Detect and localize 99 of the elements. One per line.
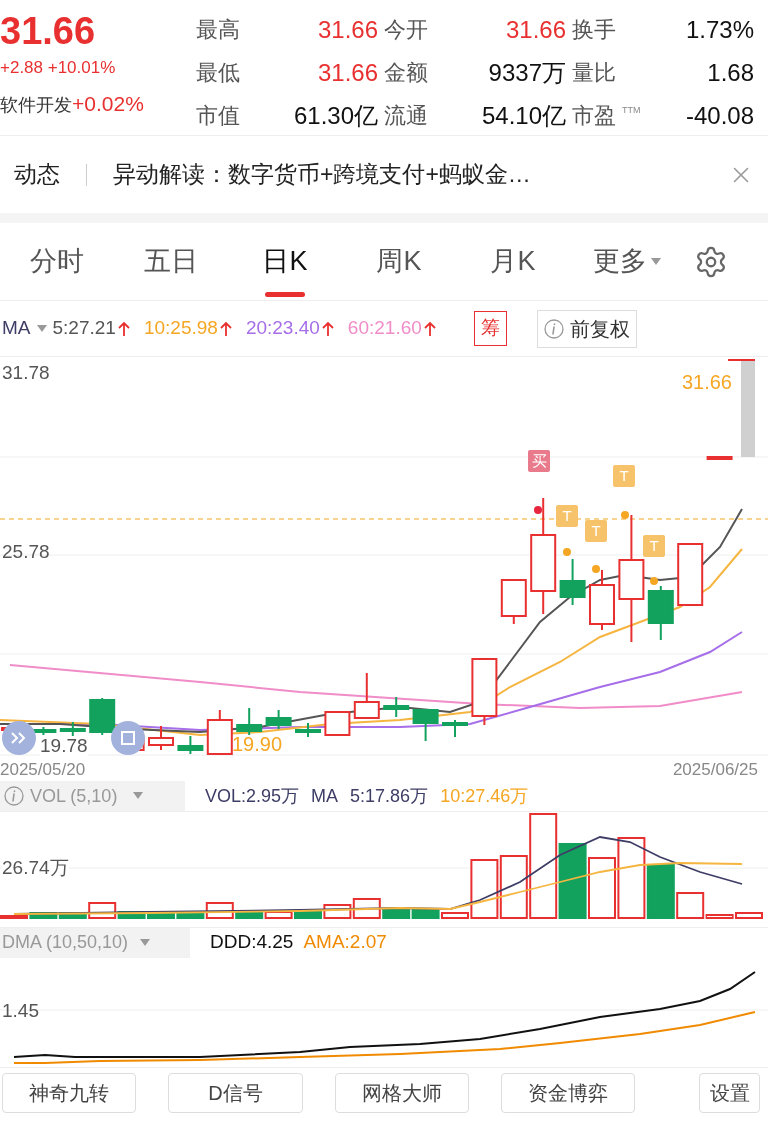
- candle: [706, 456, 733, 460]
- stat-value: 1.73%: [684, 14, 754, 45]
- tool-button[interactable]: 网格大师: [334, 1072, 469, 1113]
- stat-label: 量比: [572, 59, 616, 87]
- candle: [442, 719, 468, 738]
- tool-button[interactable]: 神奇九转: [2, 1072, 137, 1113]
- info-icon: [543, 318, 564, 339]
- candle: [353, 672, 380, 719]
- stat-value: 31.66: [504, 14, 566, 45]
- candle: [148, 725, 174, 751]
- stat-value: 9337万: [487, 57, 566, 88]
- adjust-label: 前复权: [569, 316, 630, 342]
- period-tab[interactable]: 日K: [228, 222, 342, 301]
- tool-button[interactable]: D信号: [168, 1072, 303, 1113]
- arrow-up-icon: [219, 320, 232, 337]
- candle: [471, 658, 498, 726]
- sector-change: +0.02%: [72, 91, 144, 117]
- stat-label: 市盈: [572, 102, 616, 130]
- volume-bar: [411, 909, 440, 919]
- candle: [500, 579, 527, 625]
- candle: [89, 697, 116, 736]
- signal-dot: [563, 548, 571, 556]
- sector-name: 软件开发: [0, 94, 72, 117]
- stat-note: TTM: [622, 105, 641, 115]
- period-tab[interactable]: 周K: [342, 222, 456, 301]
- candle: [559, 558, 586, 606]
- axis-label: 25.78: [2, 542, 50, 562]
- dma-reading: AMA:2.07: [303, 930, 387, 955]
- stat-label: 金额: [384, 59, 428, 87]
- candle: [677, 543, 704, 606]
- stat-label: 流通: [384, 102, 428, 130]
- chip-button[interactable]: 筹: [473, 311, 507, 346]
- stat-value: 31.66: [316, 14, 378, 45]
- period-tab[interactable]: 月K: [456, 222, 570, 301]
- news-headline[interactable]: 异动解读：数字货币+跨境支付+蚂蚁金…: [113, 157, 718, 192]
- period-tab[interactable]: 更多: [570, 222, 684, 301]
- caret-icon: [36, 324, 47, 333]
- candle: [177, 735, 204, 755]
- candle: [206, 709, 233, 755]
- volume-reading: MA: [311, 784, 339, 808]
- arrow-up-icon: [321, 320, 334, 337]
- stat-label: 最低: [196, 59, 240, 87]
- period-tab[interactable]: 五日: [114, 222, 228, 301]
- indicator-name: VOL (5,10): [30, 784, 118, 808]
- last-price: 31.66: [0, 9, 97, 54]
- price-marker: [727, 359, 756, 361]
- volume-bar: [588, 857, 616, 919]
- ma-reading: 60:21.60: [347, 316, 422, 341]
- caret-icon: [140, 938, 151, 947]
- signal-dot: [621, 511, 629, 519]
- stat-value: 61.30亿: [292, 100, 378, 131]
- ma-reading: 10:25.98: [143, 316, 218, 341]
- candle: [383, 696, 410, 718]
- stat-label: 换手: [572, 16, 616, 44]
- indicator-name[interactable]: MA: [2, 314, 31, 343]
- caret-icon: [133, 792, 144, 800]
- event-icon[interactable]: [111, 721, 145, 755]
- tool-button[interactable]: 资金博弈: [500, 1072, 636, 1113]
- low-price-label: 19.90: [232, 732, 283, 757]
- caret-icon: [651, 257, 661, 266]
- candle: [647, 585, 674, 641]
- adjust-button[interactable]: 前复权: [536, 309, 637, 348]
- signal-dot: [534, 506, 542, 514]
- end-date: 2025/06/25: [672, 759, 758, 781]
- candle: [324, 711, 351, 736]
- signal-dot: [592, 565, 600, 573]
- candle: [589, 569, 615, 631]
- last-price-label: 31.66: [681, 370, 732, 395]
- stat-value: 54.10亿: [480, 100, 566, 131]
- price-change: +2.88 +10.01%: [0, 57, 117, 79]
- arrow-up-icon: [423, 320, 436, 337]
- candle: [295, 722, 321, 738]
- stat-value: 1.68: [706, 57, 754, 88]
- settings-button[interactable]: 设置: [699, 1072, 760, 1113]
- volume-reading: 5:17.86万: [350, 784, 429, 808]
- arrow-up-icon: [117, 320, 130, 337]
- news-tab[interactable]: 动态: [14, 157, 60, 192]
- candle: [236, 707, 263, 736]
- stat-label: 今开: [384, 16, 428, 44]
- expand-icon[interactable]: [2, 721, 36, 755]
- ma-reading: 20:23.40: [245, 316, 320, 341]
- axis-label: 31.78: [2, 363, 50, 383]
- stat-label: 最高: [196, 16, 240, 44]
- candle: [412, 708, 439, 742]
- axis-label: 1.45: [2, 999, 39, 1023]
- period-tab[interactable]: 分时: [0, 222, 114, 301]
- volume-reading: 10:27.46万: [440, 784, 529, 808]
- start-date: 2025/05/20: [0, 759, 86, 781]
- candle: [265, 709, 292, 730]
- volume-reading: VOL:2.95万: [205, 784, 300, 808]
- stat-label: 市值: [196, 102, 240, 130]
- settings-icon[interactable]: [694, 244, 728, 279]
- dma-reading: DDD:4.25: [210, 930, 294, 955]
- signal-dot: [650, 577, 658, 585]
- indicator-name: DMA (10,50,10): [2, 931, 129, 954]
- stat-value: 31.66: [316, 57, 378, 88]
- axis-label: 19.78: [40, 736, 88, 756]
- info-icon: [4, 786, 24, 806]
- ma-reading: 5:27.21: [52, 316, 116, 341]
